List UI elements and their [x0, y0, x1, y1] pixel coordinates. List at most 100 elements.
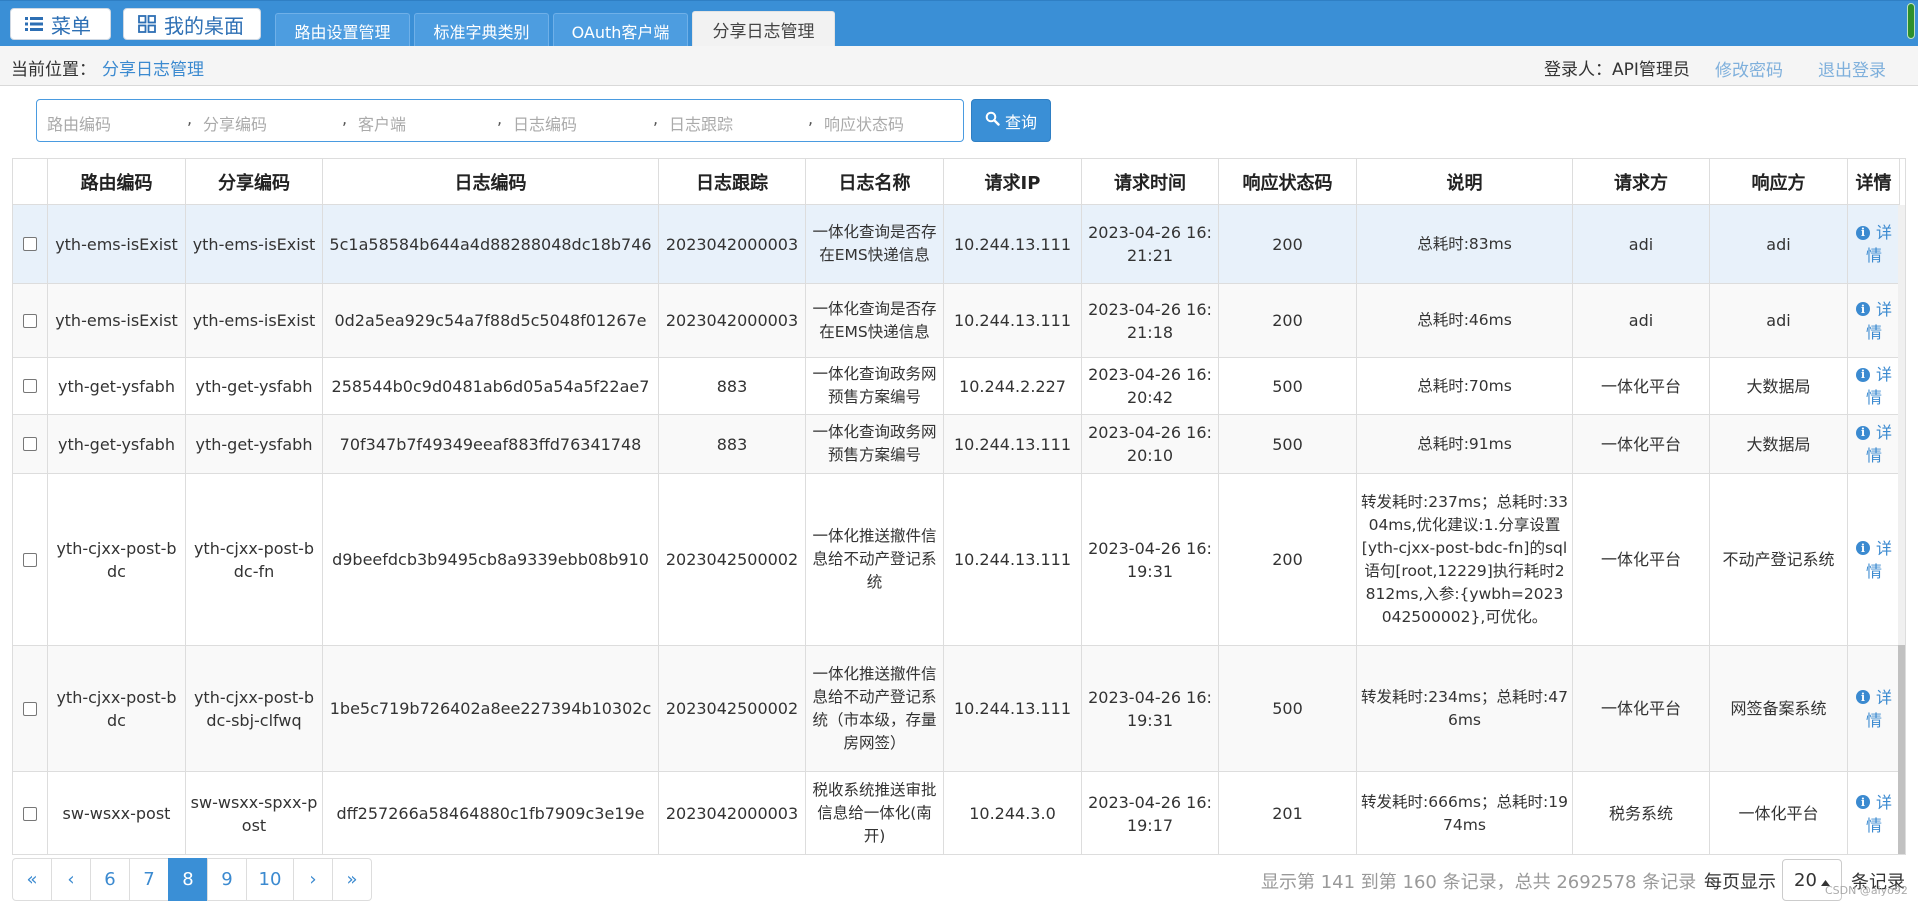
requester-text: adi: [1628, 311, 1654, 330]
status-code-cell: 500: [1219, 415, 1357, 473]
route-code-cell: yth-get-ysfabh: [48, 358, 186, 414]
table-row[interactable]: yth-ems-isExist yth-ems-isExist 0d2a5ea929…: [13, 284, 1905, 358]
log-code-cell: 0d2a5ea929c54a7f88d5c5048f01267e: [323, 284, 659, 357]
tab-route-settings[interactable]: 路由设置管理: [275, 13, 410, 47]
page-6-button[interactable]: 6: [90, 858, 130, 901]
description-cell: 转发耗时:234ms；总耗时:476ms: [1357, 646, 1573, 771]
log-name-cell: 一体化查询政务网预售方案编号: [806, 358, 944, 414]
row-checkbox[interactable]: [23, 237, 37, 251]
header-description: 说明: [1357, 159, 1573, 205]
row-checkbox[interactable]: [23, 313, 37, 328]
query-button[interactable]: 查询: [971, 99, 1051, 142]
header-request-ip: 请求IP: [944, 159, 1082, 205]
breadcrumb: 当前位置： 分享日志管理 登录人：API管理员 修改密码 退出登录: [0, 46, 1918, 86]
request-ip-cell: 10.244.13.111: [944, 205, 1082, 283]
log-name-cell: 一体化推送撤件信息给不动产登记系统（市本级，存量房网签）: [806, 646, 944, 771]
row-checkbox[interactable]: [23, 437, 37, 451]
status-code-placeholder[interactable]: 响应状态码: [824, 111, 904, 135]
detail-link[interactable]: i详情: [1855, 686, 1892, 732]
log-trace-text: 883: [716, 434, 748, 454]
status-code-cell: 200: [1219, 474, 1357, 645]
status-code-cell: 500: [1219, 646, 1357, 771]
responder-cell: 大数据局: [1710, 358, 1848, 414]
share-code-text: yth-cjxx-post-bdc-fn: [193, 538, 315, 581]
request-time-cell: 2023-04-26 16:19:17: [1082, 772, 1219, 854]
requester-cell: 一体化平台: [1573, 358, 1710, 414]
share-code-placeholder[interactable]: 分享编码: [203, 111, 267, 135]
status-code-cell: 200: [1219, 284, 1357, 357]
log-name-text: 一体化查询政务网预售方案编号: [812, 365, 937, 406]
share-code-text: yth-get-ysfabh: [195, 434, 313, 454]
route-code-cell: yth-get-ysfabh: [48, 415, 186, 473]
page-9-button[interactable]: 9: [207, 858, 247, 901]
status-code-text: 200: [1272, 311, 1303, 330]
detail-link[interactable]: i详情: [1855, 363, 1892, 409]
share-code-text: yth-get-ysfabh: [195, 376, 313, 396]
breadcrumb-current[interactable]: 分享日志管理: [102, 55, 204, 80]
tab-dictionary-category[interactable]: 标准字典类别: [414, 13, 549, 47]
row-checkbox[interactable]: [23, 379, 37, 393]
change-password-link[interactable]: 修改密码: [1715, 56, 1783, 81]
next-page-button[interactable]: ›: [293, 858, 333, 901]
header-log-name: 日志名称: [806, 159, 944, 205]
description-text: 总耗时:46ms: [1417, 311, 1512, 329]
detail-link[interactable]: i详情: [1855, 791, 1892, 837]
detail-link[interactable]: i详情: [1855, 221, 1892, 267]
page-7-button[interactable]: 7: [129, 858, 169, 901]
responder-text: 一体化平台: [1738, 804, 1819, 823]
request-ip-cell: 10.244.13.111: [944, 646, 1082, 771]
table-row[interactable]: yth-cjxx-post-bdc yth-cjxx-post-bdc-sbj-c…: [13, 646, 1905, 772]
table-row[interactable]: sw-wsxx-post sw-wsxx-spxx-post dff257266a5…: [13, 772, 1905, 854]
row-checkbox[interactable]: [23, 552, 37, 567]
description-text: 转发耗时:234ms；总耗时:476ms: [1361, 687, 1568, 729]
tab-oauth-client[interactable]: OAuth客户端: [553, 13, 688, 47]
log-code-text: d9beefdcb3b9495cb8a9339ebb08b910: [332, 550, 649, 569]
detail-label: 详: [1875, 423, 1892, 442]
tab-share-log[interactable]: 分享日志管理: [692, 11, 835, 47]
responder-cell: adi: [1710, 205, 1848, 283]
client-placeholder[interactable]: 客户端: [358, 111, 406, 135]
table-row[interactable]: yth-ems-isExist yth-ems-isExist 5c1a58584b…: [13, 205, 1905, 284]
detail-label: 情: [1865, 446, 1882, 465]
request-time-text: 2023-04-26 16:19:17: [1088, 792, 1212, 835]
scrollbar-thumb[interactable]: [1898, 645, 1905, 854]
request-time-text: 2023-04-26 16:21:21: [1088, 223, 1212, 265]
last-page-button[interactable]: »: [332, 858, 372, 901]
table-row[interactable]: yth-cjxx-post-bdc yth-cjxx-post-bdc-fn d9b…: [13, 474, 1905, 646]
page-8-button[interactable]: 8: [168, 858, 208, 901]
select-cell: [13, 415, 48, 473]
table-row[interactable]: yth-get-ysfabh yth-get-ysfabh 258544b0c9d0…: [13, 358, 1905, 415]
requester-text: 一体化平台: [1600, 376, 1681, 396]
search-input[interactable]: 路由编码 , 分享编码 , 客户端 , 日志编码 , 日志跟踪 , 响应状态码: [36, 99, 964, 142]
route-code-placeholder[interactable]: 路由编码: [47, 111, 111, 135]
logout-link[interactable]: 退出登录: [1818, 56, 1886, 81]
detail-link[interactable]: i详情: [1855, 421, 1892, 467]
log-code-placeholder[interactable]: 日志编码: [513, 111, 577, 135]
row-checkbox[interactable]: [23, 701, 37, 716]
status-code-cell: 200: [1219, 205, 1357, 283]
log-trace-cell: 2023042500002: [659, 474, 806, 645]
menu-button[interactable]: 菜单: [10, 8, 111, 40]
top-bar: 菜单 我的桌面 路由设置管理 标准字典类别 OAuth客户端 分享日志管理: [0, 0, 1918, 47]
share-code-cell: yth-get-ysfabh: [186, 415, 323, 473]
description-cell: 转发耗时:237ms；总耗时:3304ms,优化建议:1.分享设置[yth-cj…: [1357, 474, 1573, 645]
requester-cell: 一体化平台: [1573, 646, 1710, 771]
my-desktop-button[interactable]: 我的桌面: [123, 8, 261, 40]
table-scrollbar[interactable]: [1898, 205, 1905, 854]
table-row[interactable]: yth-get-ysfabh yth-get-ysfabh 70f347b7f493…: [13, 415, 1905, 474]
header-share-code: 分享编码: [186, 159, 323, 205]
detail-link[interactable]: i详情: [1855, 298, 1892, 344]
prev-page-button[interactable]: ‹: [51, 858, 91, 901]
share-code-text: yth-cjxx-post-bdc-sbj-clfwq: [193, 687, 315, 730]
scroll-indicator[interactable]: [1907, 3, 1915, 39]
page-10-button[interactable]: 10: [246, 858, 294, 901]
detail-link[interactable]: i详情: [1855, 537, 1892, 583]
grid-icon: [138, 15, 156, 33]
tab-label: 分享日志管理: [712, 22, 815, 42]
responder-cell: adi: [1710, 284, 1848, 357]
row-checkbox[interactable]: [23, 806, 37, 821]
log-name-cell: 一体化查询是否存在EMS快递信息: [806, 284, 944, 357]
request-ip-text: 10.244.13.111: [953, 550, 1072, 569]
first-page-button[interactable]: «: [12, 858, 52, 901]
log-trace-placeholder[interactable]: 日志跟踪: [669, 111, 733, 135]
